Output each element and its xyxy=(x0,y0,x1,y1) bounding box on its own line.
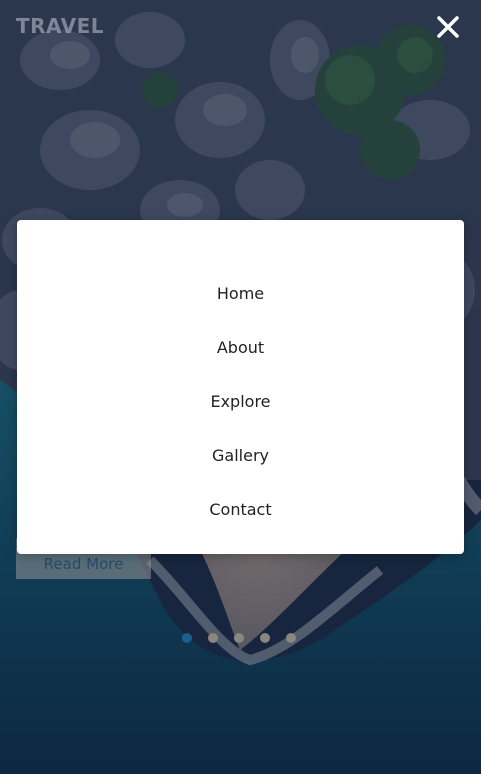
menu-list: Home About Explore Gallery Contact xyxy=(17,266,464,536)
carousel-dot-3[interactable] xyxy=(234,633,244,643)
menu-link-home[interactable]: Home xyxy=(217,284,264,303)
menu-item-contact: Contact xyxy=(17,482,464,536)
menu-link-contact[interactable]: Contact xyxy=(209,500,271,519)
carousel-dot-2[interactable] xyxy=(208,633,218,643)
app-screen: TRAVEL Read More Home About Explore Gall… xyxy=(0,0,481,774)
menu-item-about: About xyxy=(17,320,464,374)
brand-logo[interactable]: TRAVEL xyxy=(16,14,104,38)
menu-item-gallery: Gallery xyxy=(17,428,464,482)
close-icon xyxy=(437,16,459,38)
menu-link-gallery[interactable]: Gallery xyxy=(212,446,269,465)
navigation-menu-panel: Home About Explore Gallery Contact xyxy=(17,220,464,554)
carousel-dot-1[interactable] xyxy=(182,633,192,643)
carousel-indicators xyxy=(182,633,296,643)
menu-item-home: Home xyxy=(17,266,464,320)
menu-link-about[interactable]: About xyxy=(217,338,264,357)
menu-link-explore[interactable]: Explore xyxy=(210,392,270,411)
close-menu-button[interactable] xyxy=(435,14,461,40)
carousel-dot-4[interactable] xyxy=(260,633,270,643)
menu-item-explore: Explore xyxy=(17,374,464,428)
carousel-dot-5[interactable] xyxy=(286,633,296,643)
